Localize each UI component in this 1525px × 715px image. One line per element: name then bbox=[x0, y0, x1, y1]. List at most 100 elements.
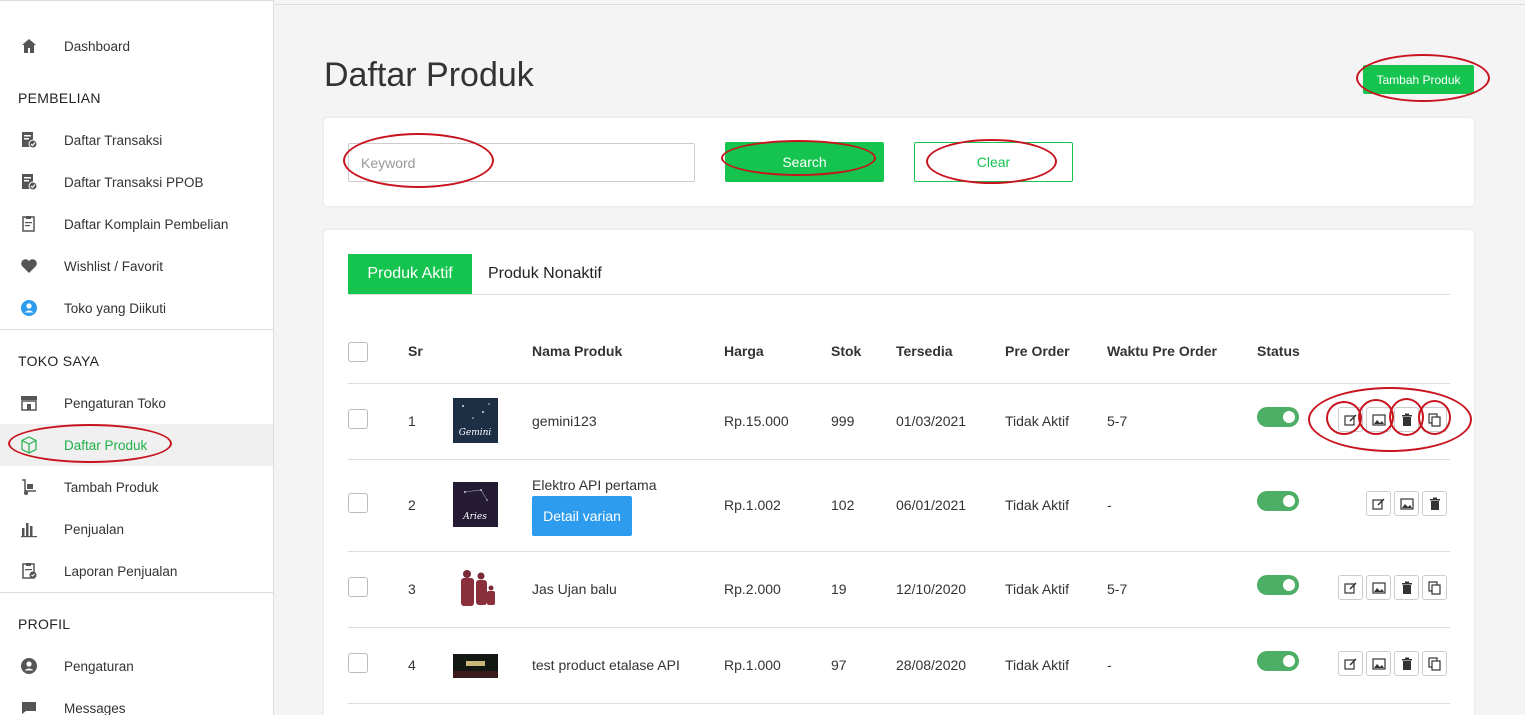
column-header-nama-produk: Nama Produk bbox=[532, 343, 623, 359]
product-thumbnail[interactable] bbox=[453, 566, 498, 611]
clipboard-icon bbox=[19, 214, 39, 234]
clear-button[interactable]: Clear bbox=[914, 142, 1073, 182]
duplicate-button[interactable] bbox=[1422, 575, 1447, 600]
row-checkbox[interactable] bbox=[348, 577, 368, 597]
trash-icon bbox=[1401, 657, 1412, 670]
sidebar-item-daftar-komplain[interactable]: Daftar Komplain Pembelian bbox=[0, 203, 273, 245]
status-toggle[interactable] bbox=[1257, 491, 1299, 511]
row-checkbox[interactable] bbox=[348, 409, 368, 429]
product-thumbnail[interactable]: Aries bbox=[453, 482, 498, 527]
column-header-harga: Harga bbox=[724, 343, 764, 359]
section-heading-pembelian: PEMBELIAN bbox=[18, 90, 101, 106]
image-button[interactable] bbox=[1366, 651, 1391, 676]
home-icon bbox=[19, 36, 39, 56]
divider bbox=[0, 592, 273, 593]
bar-chart-icon bbox=[19, 519, 39, 539]
edit-button[interactable] bbox=[1338, 651, 1363, 676]
status-toggle[interactable] bbox=[1257, 575, 1299, 595]
sidebar-item-daftar-transaksi[interactable]: Daftar Transaksi bbox=[0, 119, 273, 161]
image-icon bbox=[1371, 581, 1386, 594]
tab-produk-aktif[interactable]: Produk Aktif bbox=[348, 254, 472, 294]
copy-icon bbox=[1427, 656, 1441, 671]
edit-button[interactable] bbox=[1338, 407, 1363, 432]
cell-tersedia: 12/10/2020 bbox=[896, 581, 967, 597]
sidebar-item-dashboard[interactable]: Dashboard bbox=[0, 25, 273, 67]
image-button[interactable] bbox=[1366, 575, 1391, 600]
search-button[interactable]: Search bbox=[725, 142, 884, 182]
receipt-check-icon bbox=[19, 130, 39, 150]
hand-truck-icon bbox=[19, 477, 39, 497]
sidebar-item-tambah-produk[interactable]: Tambah Produk bbox=[0, 466, 273, 508]
product-thumbnail[interactable]: Gemini bbox=[453, 398, 498, 443]
row-divider bbox=[348, 383, 1450, 384]
product-thumbnail[interactable] bbox=[453, 654, 498, 678]
row-divider bbox=[348, 551, 1450, 552]
clipboard-check-icon bbox=[19, 561, 39, 581]
image-button[interactable] bbox=[1366, 407, 1391, 432]
edit-icon bbox=[1343, 581, 1357, 594]
cell-tersedia: 06/01/2021 bbox=[896, 497, 967, 513]
sidebar-item-daftar-produk[interactable]: Daftar Produk bbox=[0, 424, 273, 466]
tab-divider bbox=[348, 294, 1450, 295]
sidebar-item-label: Toko yang Diikuti bbox=[64, 300, 167, 316]
delete-button[interactable] bbox=[1422, 491, 1447, 516]
store-icon bbox=[19, 393, 39, 413]
sidebar-item-label: Daftar Transaksi PPOB bbox=[64, 174, 204, 190]
trash-icon bbox=[1401, 413, 1412, 426]
status-toggle[interactable] bbox=[1257, 407, 1299, 427]
keyword-input[interactable] bbox=[348, 143, 695, 182]
row-divider bbox=[348, 703, 1450, 704]
sidebar-item-pengaturan[interactable]: Pengaturan bbox=[0, 645, 273, 687]
sidebar-item-label: Dashboard bbox=[64, 38, 131, 54]
sidebar-item-label: Daftar Komplain Pembelian bbox=[64, 216, 229, 232]
cell-waktu-pre-order: - bbox=[1107, 657, 1112, 673]
column-header-tersedia: Tersedia bbox=[896, 343, 953, 359]
cell-sr: 2 bbox=[408, 497, 416, 513]
edit-button[interactable] bbox=[1366, 491, 1391, 516]
sidebar-item-label: Tambah Produk bbox=[64, 479, 159, 495]
image-icon bbox=[1371, 413, 1386, 426]
sidebar-item-label: Pengaturan Toko bbox=[64, 395, 166, 411]
sidebar-item-pengaturan-toko[interactable]: Pengaturan Toko bbox=[0, 382, 273, 424]
cell-pre-order: Tidak Aktif bbox=[1005, 497, 1070, 513]
sidebar-item-laporan-penjualan[interactable]: Laporan Penjualan bbox=[0, 550, 273, 592]
cell-harga: Rp.1.002 bbox=[724, 497, 781, 513]
cell-sr: 4 bbox=[408, 657, 416, 673]
sidebar-item-daftar-transaksi-ppob[interactable]: Daftar Transaksi PPOB bbox=[0, 161, 273, 203]
image-button[interactable] bbox=[1394, 491, 1419, 516]
column-header-pre-order: Pre Order bbox=[1005, 343, 1070, 359]
cell-pre-order: Tidak Aktif bbox=[1005, 413, 1070, 429]
cell-stok: 97 bbox=[831, 657, 847, 673]
product-list-card bbox=[324, 230, 1474, 715]
row-divider bbox=[348, 459, 1450, 460]
row-checkbox[interactable] bbox=[348, 493, 368, 513]
edit-button[interactable] bbox=[1338, 575, 1363, 600]
select-all-checkbox[interactable] bbox=[348, 342, 368, 362]
delete-button[interactable] bbox=[1394, 651, 1419, 676]
edit-icon bbox=[1371, 497, 1385, 510]
tab-produk-nonaktif[interactable]: Produk Nonaktif bbox=[488, 254, 602, 294]
cell-nama-produk: test product etalase API bbox=[532, 657, 680, 673]
user-circle-icon bbox=[19, 298, 39, 318]
receipt-check-icon bbox=[19, 172, 39, 192]
trash-icon bbox=[1401, 581, 1412, 594]
duplicate-button[interactable] bbox=[1422, 407, 1447, 432]
sidebar-item-penjualan[interactable]: Penjualan bbox=[0, 508, 273, 550]
row-divider bbox=[348, 627, 1450, 628]
status-toggle[interactable] bbox=[1257, 651, 1299, 671]
sidebar-item-toko-diikuti[interactable]: Toko yang Diikuti bbox=[0, 287, 273, 329]
duplicate-button[interactable] bbox=[1422, 651, 1447, 676]
copy-icon bbox=[1427, 412, 1441, 427]
cell-nama-produk: Elektro API pertama bbox=[532, 477, 657, 493]
thumbnail-label: Aries bbox=[462, 512, 487, 522]
sidebar-item-wishlist[interactable]: Wishlist / Favorit bbox=[0, 245, 273, 287]
cell-waktu-pre-order: - bbox=[1107, 497, 1112, 513]
sidebar-item-label: Daftar Produk bbox=[64, 437, 148, 453]
add-product-button[interactable]: Tambah Produk bbox=[1363, 65, 1474, 94]
delete-button[interactable] bbox=[1394, 575, 1419, 600]
thumbnail-label: Gemini bbox=[459, 428, 492, 438]
delete-button[interactable] bbox=[1394, 407, 1419, 432]
row-checkbox[interactable] bbox=[348, 653, 368, 673]
sidebar-item-messages[interactable]: Messages bbox=[0, 687, 273, 715]
detail-varian-button[interactable]: Detail varian bbox=[532, 496, 632, 536]
